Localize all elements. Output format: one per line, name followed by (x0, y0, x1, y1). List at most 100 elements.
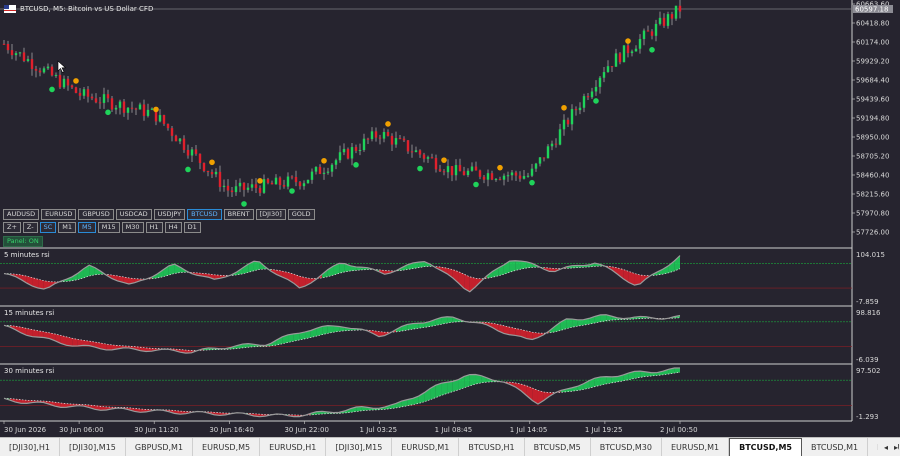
rsi-fill-segment (510, 327, 516, 335)
time-tick-label: 1 Jul 03:25 (360, 426, 398, 434)
tab-dji30-m15[interactable]: [DJI30],M15 (326, 438, 392, 456)
sell-signal-icon (73, 78, 79, 84)
timeframe-button-h4[interactable]: H4 (165, 222, 182, 233)
tab-btcusd-m5[interactable]: BTCUSD,M5 (525, 438, 591, 456)
buy-signal-icon (185, 167, 191, 173)
buy-signal-icon (529, 180, 535, 186)
tab-eurusd-m5[interactable]: EURUSD,M5 (193, 438, 260, 456)
rsi-min-label: -7.859 (856, 298, 879, 306)
rsi-fill-segment (72, 338, 78, 346)
timeframe-button-z+[interactable]: Z+ (3, 222, 21, 233)
candle (307, 180, 309, 184)
candle (675, 6, 677, 21)
time-tick-label: 30 Jun 16:40 (209, 426, 253, 434)
timeframe-button-sc[interactable]: SC (40, 222, 57, 233)
timeframe-button-row: Z+Z-SCM1M5M15M30H1H4D1 (3, 222, 201, 233)
price-tick-label: 60174.00 (856, 39, 889, 47)
price-tick-label: 59194.80 (856, 115, 889, 123)
sell-signal-icon (209, 159, 215, 165)
sell-signal-icon (321, 158, 327, 164)
candle (75, 87, 77, 93)
candle (623, 45, 625, 62)
price-tick-label: 59684.40 (856, 77, 889, 85)
price-tick-label: 58705.20 (856, 153, 889, 161)
chart-tab-bar: [DJI30],H1[DJI30],M15GBPUSD,M1EURUSD,M5E… (0, 437, 900, 456)
rsi-fill-segment (600, 315, 606, 322)
tab-eurusd-h1[interactable]: EURUSD,H1 (260, 438, 326, 456)
tab-btcusd-m30[interactable]: BTCUSD,M30 (591, 438, 662, 456)
tab-next-icon[interactable]: ▸ (894, 443, 898, 452)
buy-signal-icon (353, 162, 359, 168)
tab-navigation: ◂ ▸ (878, 438, 898, 456)
tab-prev-icon[interactable]: ◂ (884, 443, 888, 452)
timeframe-button-m5[interactable]: M5 (78, 222, 96, 233)
buy-signal-icon (289, 188, 295, 194)
symbol-button-usdjpy[interactable]: USDJPY (154, 209, 186, 220)
chart-title: BTCUSD, M5: Bitcoin vs US Dollar CFD (20, 5, 153, 13)
time-tick-label: 1 Jul 14:05 (510, 426, 548, 434)
tab-dji30-h1[interactable]: [DJI30],H1 (0, 438, 60, 456)
sell-signal-icon (153, 107, 159, 113)
buy-signal-icon (49, 87, 55, 93)
tab-gbpusd-m1[interactable]: GBPUSD,M1 (126, 438, 193, 456)
sell-signal-icon (441, 157, 447, 163)
bid-price-tag: 60597.18 (853, 5, 893, 14)
tab-dji30-m15[interactable]: [DJI30],M15 (60, 438, 126, 456)
symbol-button-usdcad[interactable]: USDCAD (116, 209, 152, 220)
time-tick-label: 30 Jun 11:20 (134, 426, 178, 434)
symbol-button-brent[interactable]: BRENT (224, 209, 254, 220)
price-tick-label: 57726.00 (856, 229, 889, 237)
chart-title-bar: BTCUSD, M5: Bitcoin vs US Dollar CFD (4, 2, 153, 16)
rsi-max-label: 98.816 (856, 309, 881, 317)
panel-toggle[interactable]: Panel: ON (3, 236, 43, 247)
sell-signal-icon (385, 121, 391, 127)
time-tick-label: 30 Jun 2026 (4, 426, 47, 434)
rsi-max-label: 104.015 (856, 251, 885, 259)
symbol-button-dji30[interactable]: [DJI30] (256, 209, 286, 220)
rsi-fill-segment (606, 377, 612, 384)
candle (347, 147, 349, 159)
timeframe-button-h1[interactable]: H1 (146, 222, 163, 233)
flag-icon (4, 5, 16, 13)
sell-signal-icon (561, 105, 567, 111)
rsi-fill-segment (635, 274, 641, 286)
tab-btcusd-m5[interactable]: BTCUSD,M5 (729, 438, 802, 456)
buy-signal-icon (473, 182, 479, 188)
symbol-button-eurusd[interactable]: EURUSD (41, 209, 76, 220)
rsi-min-label: -1.293 (856, 413, 879, 421)
sell-signal-icon (625, 38, 631, 44)
buy-signal-icon (105, 110, 111, 116)
rsi-fill-segment (66, 337, 72, 346)
price-tick-label: 59439.60 (856, 96, 889, 104)
rsi-fill-segment (328, 326, 334, 334)
symbol-button-row: AUDUSDEURUSDGBPUSDUSDCADUSDJPYBTCUSDBREN… (3, 209, 315, 220)
rsi-fill-segment (447, 317, 453, 323)
buy-signal-icon (241, 201, 247, 207)
sell-signal-icon (257, 178, 263, 184)
price-tick-label: 58215.60 (856, 191, 889, 199)
tab-eurusd-m1[interactable]: EURUSD,M1 (392, 438, 459, 456)
candle (203, 163, 205, 173)
timeframe-button-d1[interactable]: D1 (184, 222, 201, 233)
symbol-button-audusd[interactable]: AUDUSD (3, 209, 39, 220)
symbol-button-gold[interactable]: GOLD (288, 209, 315, 220)
rsi-fill-segment (600, 377, 606, 386)
symbol-button-btcusd[interactable]: BTCUSD (187, 209, 221, 220)
time-tick-label: 1 Jul 08:45 (435, 426, 473, 434)
tab-btcusd-h1[interactable]: BTCUSD,H1 (459, 438, 524, 456)
rsi-30m-label: 30 minutes rsi (4, 367, 54, 375)
sell-signal-icon (497, 165, 503, 171)
time-tick-label: 2 Jul 00:50 (660, 426, 698, 434)
timeframe-button-m1[interactable]: M1 (58, 222, 76, 233)
timeframe-button-m30[interactable]: M30 (122, 222, 144, 233)
tab-eurusd-m1[interactable]: EURUSD,M1 (662, 438, 729, 456)
svg-text:60597.18: 60597.18 (855, 6, 888, 14)
timeframe-button-z-[interactable]: Z- (23, 222, 38, 233)
price-tick-label: 57970.80 (856, 210, 889, 218)
symbol-button-gbpusd[interactable]: GBPUSD (78, 209, 113, 220)
price-tick-label: 58950.00 (856, 134, 889, 142)
price-tick-label: 60418.80 (856, 20, 889, 28)
rsi-min-label: -6.039 (856, 356, 879, 364)
timeframe-button-m15[interactable]: M15 (98, 222, 120, 233)
tab-btcusd-m1[interactable]: BTCUSD,M1 (802, 438, 868, 456)
